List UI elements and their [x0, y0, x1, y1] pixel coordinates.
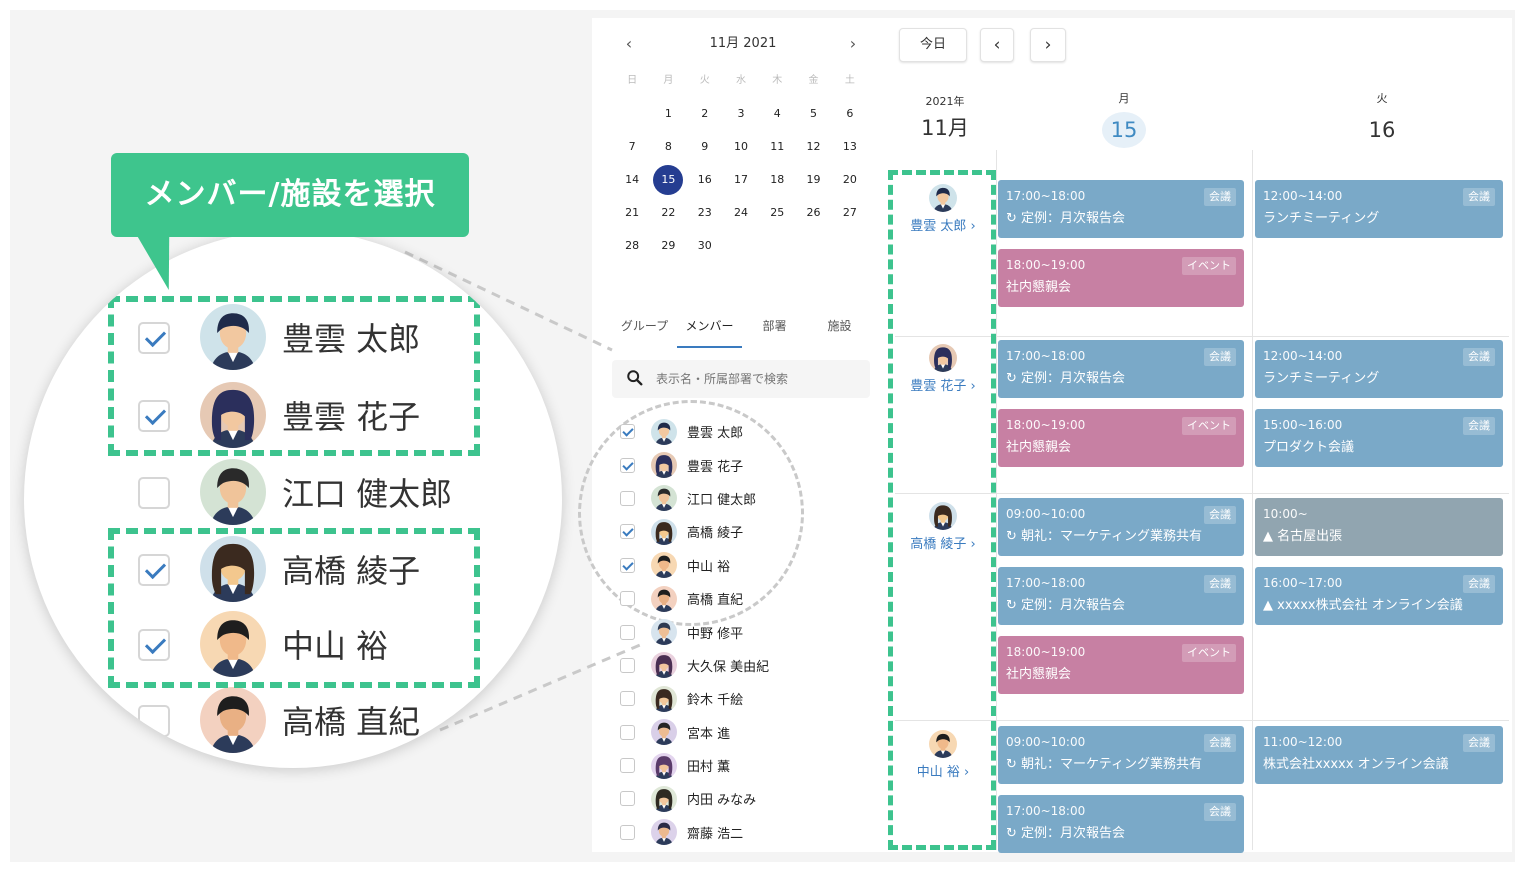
zoom-selection-highlight: [108, 296, 480, 456]
zoomed-member-name: 江口 健太郎: [282, 475, 453, 513]
zoomed-member-name: 高橋 直紀: [282, 703, 421, 741]
zoomed-male-avatar: [200, 687, 266, 753]
select-members-callout: メンバー/施設を選択: [111, 153, 469, 237]
zoomed-male-avatar: [200, 459, 266, 525]
zoomed-member-row: 江口 健太郎: [24, 457, 562, 533]
zoomed-member-checkbox: [138, 477, 170, 509]
zoomed-member-checkbox: [138, 705, 170, 737]
zoomed-member-row: 高橋 直紀: [24, 685, 562, 761]
zoom-selection-highlight: [108, 528, 480, 688]
member-zoom-magnifier: 豊雲 太郎 豊雲 花子 江口 健太郎 高橋 綾子 中山 裕 高橋 直紀: [24, 230, 562, 768]
